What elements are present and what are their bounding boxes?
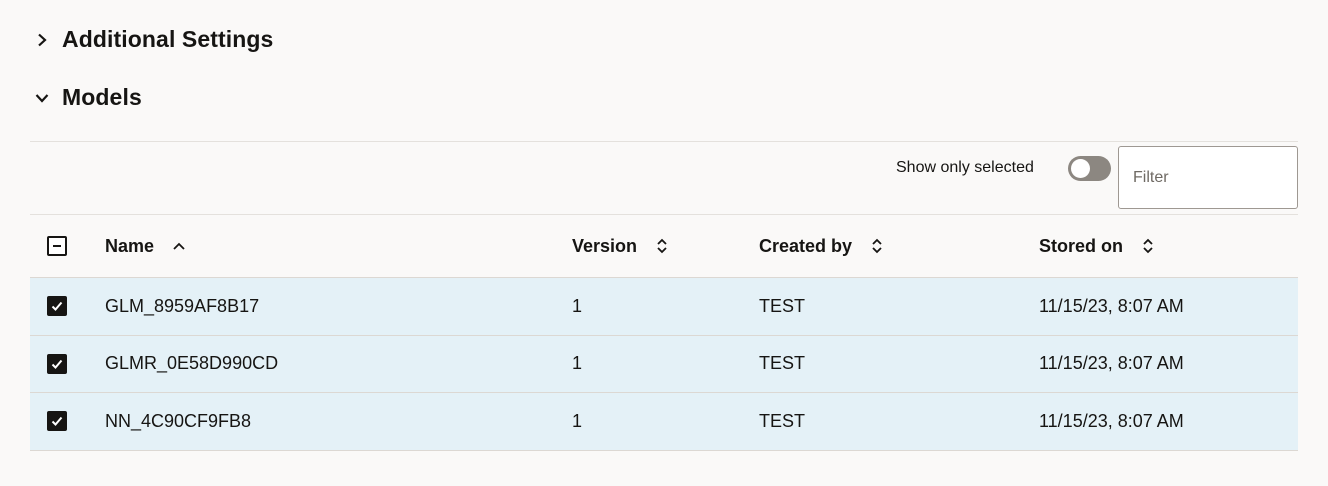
cell-created-by: TEST [759,353,806,374]
table-row[interactable]: NN_4C90CF9FB8 1 TEST 11/15/23, 8:07 AM [30,393,1298,451]
show-only-selected-toggle[interactable] [1068,156,1111,181]
cell-stored-on: 11/15/23, 8:07 AM [1039,410,1184,431]
chevron-right-icon [30,28,54,52]
column-header-name[interactable]: Name [105,215,186,277]
table-row[interactable]: GLM_8959AF8B17 1 TEST 11/15/23, 8:07 AM [30,278,1298,336]
chevron-down-icon [30,86,54,110]
table-header-row: Name Version Created by Stored on [30,215,1298,278]
cell-stored-on: 11/15/23, 8:07 AM [1039,295,1184,316]
cell-version: 1 [572,353,583,374]
row-checkbox[interactable] [47,296,67,317]
cell-name: NN_4C90CF9FB8 [105,410,252,431]
cell-created-by: TEST [759,295,806,316]
models-table: Name Version Created by Stored on GLM_89… [30,215,1298,451]
sort-icon[interactable] [1141,236,1155,256]
sort-ascending-icon[interactable] [172,236,186,256]
page: Additional Settings Models Show only sel… [0,0,1328,486]
cell-created-by: TEST [759,410,806,431]
column-header-version[interactable]: Version [572,215,669,277]
additional-settings-header[interactable]: Additional Settings [30,26,273,53]
divider [30,141,1298,142]
additional-settings-title: Additional Settings [62,26,274,52]
cell-name: GLM_8959AF8B17 [105,295,260,316]
row-checkbox[interactable] [47,411,67,432]
column-header-created-by[interactable]: Created by [759,215,884,277]
cell-version: 1 [572,410,583,431]
row-checkbox[interactable] [47,353,67,374]
select-all-checkbox[interactable] [47,236,67,256]
sort-icon[interactable] [655,236,669,256]
table-row[interactable]: GLMR_0E58D990CD 1 TEST 11/15/23, 8:07 AM [30,335,1298,393]
cell-version: 1 [572,295,583,316]
sort-icon[interactable] [870,236,884,256]
models-title: Models [62,84,142,110]
column-header-stored-on[interactable]: Stored on [1039,215,1155,277]
cell-stored-on: 11/15/23, 8:07 AM [1039,353,1184,374]
show-only-selected-label: Show only selected [896,159,1034,176]
toggle-knob [1071,159,1090,178]
filter-input[interactable] [1118,146,1298,209]
cell-name: GLMR_0E58D990CD [105,353,279,374]
models-header[interactable]: Models [30,84,142,111]
